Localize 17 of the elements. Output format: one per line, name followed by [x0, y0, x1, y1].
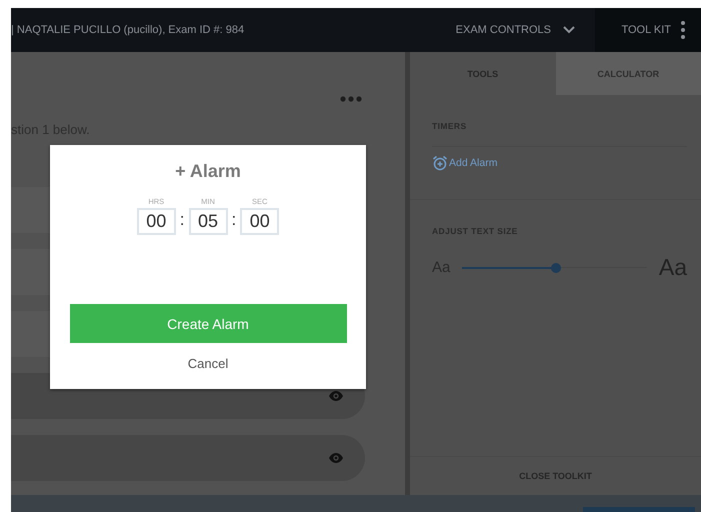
slider-thumb[interactable]: [551, 262, 562, 272]
time-input[interactable]: 00: [240, 208, 280, 235]
chevron-down-icon: [563, 26, 575, 34]
eye-icon[interactable]: [329, 453, 343, 463]
dialog-title: + Alarm: [175, 161, 241, 182]
cancel-button[interactable]: Cancel: [182, 354, 234, 373]
time-input[interactable]: 05: [188, 208, 228, 235]
time-input[interactable]: 00: [136, 208, 176, 235]
time-separator: :: [180, 210, 184, 231]
exam-controls-button[interactable]: EXAM CONTROLS: [446, 8, 595, 52]
more-icon: [681, 21, 685, 39]
more-icon[interactable]: [340, 96, 362, 102]
time-separator: :: [232, 210, 236, 231]
alarm-clock-plus-icon: [432, 155, 448, 171]
eye-icon[interactable]: [329, 391, 343, 401]
exam-title: | NAQTALIE PUCILLO (pucillo), Exam ID #: 984: [11, 24, 246, 36]
tool-kit-button[interactable]: TOOL KIT: [595, 8, 701, 52]
